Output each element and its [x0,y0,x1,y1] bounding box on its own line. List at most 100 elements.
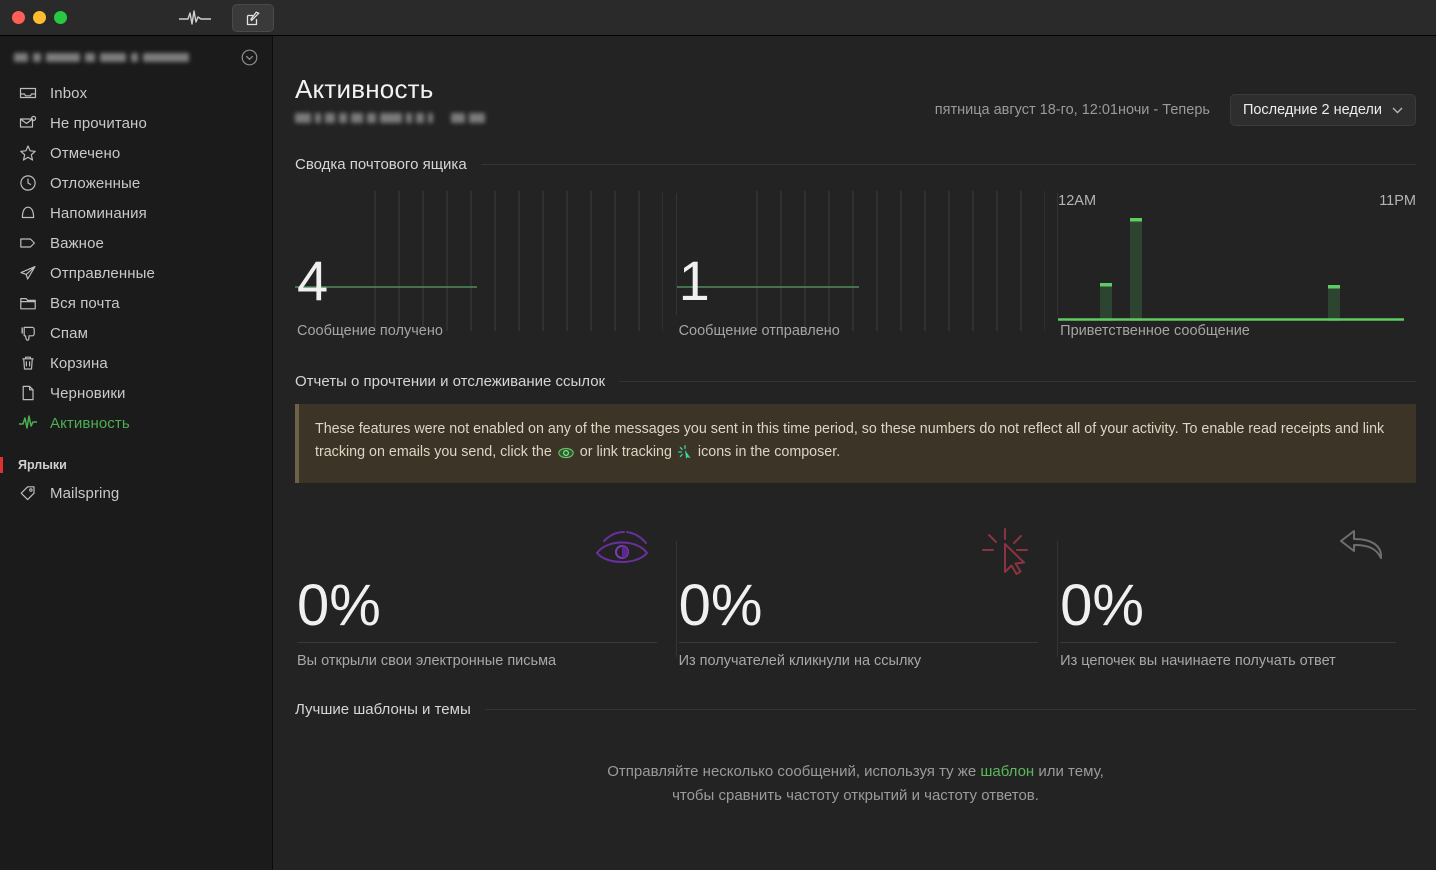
inbox-icon [18,83,38,103]
sidebar-item-label: Отложенные [50,174,141,192]
sidebar-item-label: Корзина [50,354,108,372]
hour-start-label: 12AM [1058,193,1097,209]
templates-empty-text-before: Отправляйте несколько сообщений, использ… [607,763,981,781]
sidebar-item-label: Активность [50,414,130,432]
cursor-click-icon [980,527,1032,580]
section-mailbox-summary: Сводка почтового ящика [295,156,1416,173]
sidebar-item-label: Напоминания [50,204,147,222]
section-label: Отчеты о прочтении и отслеживание ссылок [295,373,606,390]
stat-divider [678,642,1039,644]
sidebar-item-starred[interactable]: Отмечено [0,138,272,168]
page-subtitle-redacted [295,113,935,124]
sidebar-item-all-mail[interactable]: Вся почта [0,288,272,318]
app-body: Inbox Не прочитано Отмечено Отложенные Н… [0,36,1436,870]
range-select-value: Последние 2 недели [1242,102,1382,118]
minimize-window-button[interactable] [33,11,46,24]
metric-sent: 1 Сообщение отправлено [676,183,1059,343]
hourly-chart-label: Приветственное сообщение [1060,323,1250,339]
page-title: Активность [295,74,434,104]
stat-value: 0% [297,573,381,639]
stat-value: 0% [1060,573,1144,639]
activity-pulse-icon [18,413,38,433]
titlebar-tools [176,0,274,36]
warning-text-part2: or link tracking [579,444,672,461]
folder-icon [18,293,38,313]
sidebar-item-label: Inbox [50,84,88,102]
date-range-text: пятница август 18-го, 12:01ночи - Теперь [934,102,1210,118]
account-switcher[interactable] [0,44,272,70]
window-controls [0,11,67,24]
range-select[interactable]: Последние 2 недели [1229,94,1416,126]
section-label: Сводка почтового ящика [295,156,467,173]
chevron-down-circle-icon[interactable] [241,49,258,66]
sidebar-item-label: Отмечено [50,144,121,162]
section-top-templates: Лучшие шаблоны и темы [295,701,1416,718]
eye-icon [593,527,651,572]
paper-plane-icon [18,263,38,283]
page-header-controls: пятница август 18-го, 12:01ночи - Теперь… [935,76,1416,126]
stat-label: Из получателей кликнули на ссылку [678,653,922,670]
sidebar-item-drafts[interactable]: Черновики [0,378,272,408]
section-label: Лучшие шаблоны и темы [295,701,471,719]
sidebar-item-inbox[interactable]: Inbox [0,78,272,108]
activity-pulse-icon[interactable] [176,5,214,31]
unread-envelope-icon [18,113,38,133]
close-window-button[interactable] [12,11,25,24]
document-icon [18,383,38,403]
sidebar-item-mailspring-label[interactable]: Mailspring [0,478,272,508]
sidebar-item-label: Не прочитано [50,114,147,132]
sidebar-item-unread[interactable]: Не прочитано [0,108,272,138]
received-sparkline [295,191,663,331]
section-divider [484,709,1416,711]
sidebar-item-reminders[interactable]: Напоминания [0,198,272,228]
thumbs-down-icon [18,323,38,343]
chevron-down-icon [1392,102,1403,118]
page-title-block: Активность [295,74,935,124]
label-tag-icon [18,483,38,503]
tracking-disabled-warning: These features were not enabled on any o… [295,404,1416,484]
sidebar-item-label: Черновики [50,384,126,402]
stat-divider [1060,642,1396,644]
stat-label: Вы открыли свои электронные письма [297,653,557,670]
sidebar-item-snoozed[interactable]: Отложенные [0,168,272,198]
metric-label: Сообщение получено [297,323,443,339]
section-divider [480,164,1416,165]
percent-stats-row: 0% Вы открыли свои электронные письма 0%… [295,521,1416,671]
sent-sparkline [676,191,1045,331]
templates-empty-line1: Отправляйте несколько сообщений, использ… [295,760,1416,784]
clock-icon [18,173,38,193]
sidebar-item-sent[interactable]: Отправленные [0,258,272,288]
metric-hourly-bars: 12AM 11PM Приветственное сообщение [1058,183,1416,343]
sidebar-item-activity[interactable]: Активность [0,408,272,438]
sidebar-item-trash[interactable]: Корзина [0,348,272,378]
sidebar-item-important[interactable]: Важное [0,228,272,258]
sidebar-item-label: Mailspring [50,484,120,502]
link-tracking-icon[interactable] [678,444,692,467]
title-bar [0,0,1436,36]
read-receipt-eye-icon[interactable] [558,444,574,467]
compose-button[interactable] [232,4,274,32]
metrics-row: 4 Сообщение получено 1 Сообщение отправл… [295,183,1416,343]
stat-divider [297,642,657,644]
stat-reply-rate: 0% Из цепочек вы начинаете получать отве… [1058,521,1416,671]
maximize-window-button[interactable] [54,11,67,24]
sidebar-section-labels: Ярлыки [0,454,272,476]
main-content: Активность пятница август 18-го, 12:01но… [273,36,1436,870]
sidebar-item-spam[interactable]: Спам [0,318,272,348]
metric-value: 4 [297,249,329,312]
warning-text-part3: icons in the composer. [697,444,841,461]
metric-received: 4 Сообщение получено [295,183,677,343]
page-header: Активность пятница август 18-го, 12:01но… [295,36,1416,126]
star-icon [18,143,38,163]
template-link[interactable]: шаблон [980,763,1034,780]
sidebar-item-label: Спам [50,324,89,342]
metric-label: Сообщение отправлено [678,323,840,339]
warning-text-part1: These features were not enabled on any o… [315,421,1385,461]
app-window: Inbox Не прочитано Отмечено Отложенные Н… [0,0,1436,870]
stat-click-rate: 0% Из получателей кликнули на ссылку [677,521,1059,671]
templates-empty-line2: чтобы сравнить частоту открытий и частот… [672,787,1039,805]
account-name-redacted [14,52,189,62]
stat-value: 0% [678,573,763,639]
compose-icon [246,11,259,25]
sidebar-item-label: Важное [50,234,104,252]
